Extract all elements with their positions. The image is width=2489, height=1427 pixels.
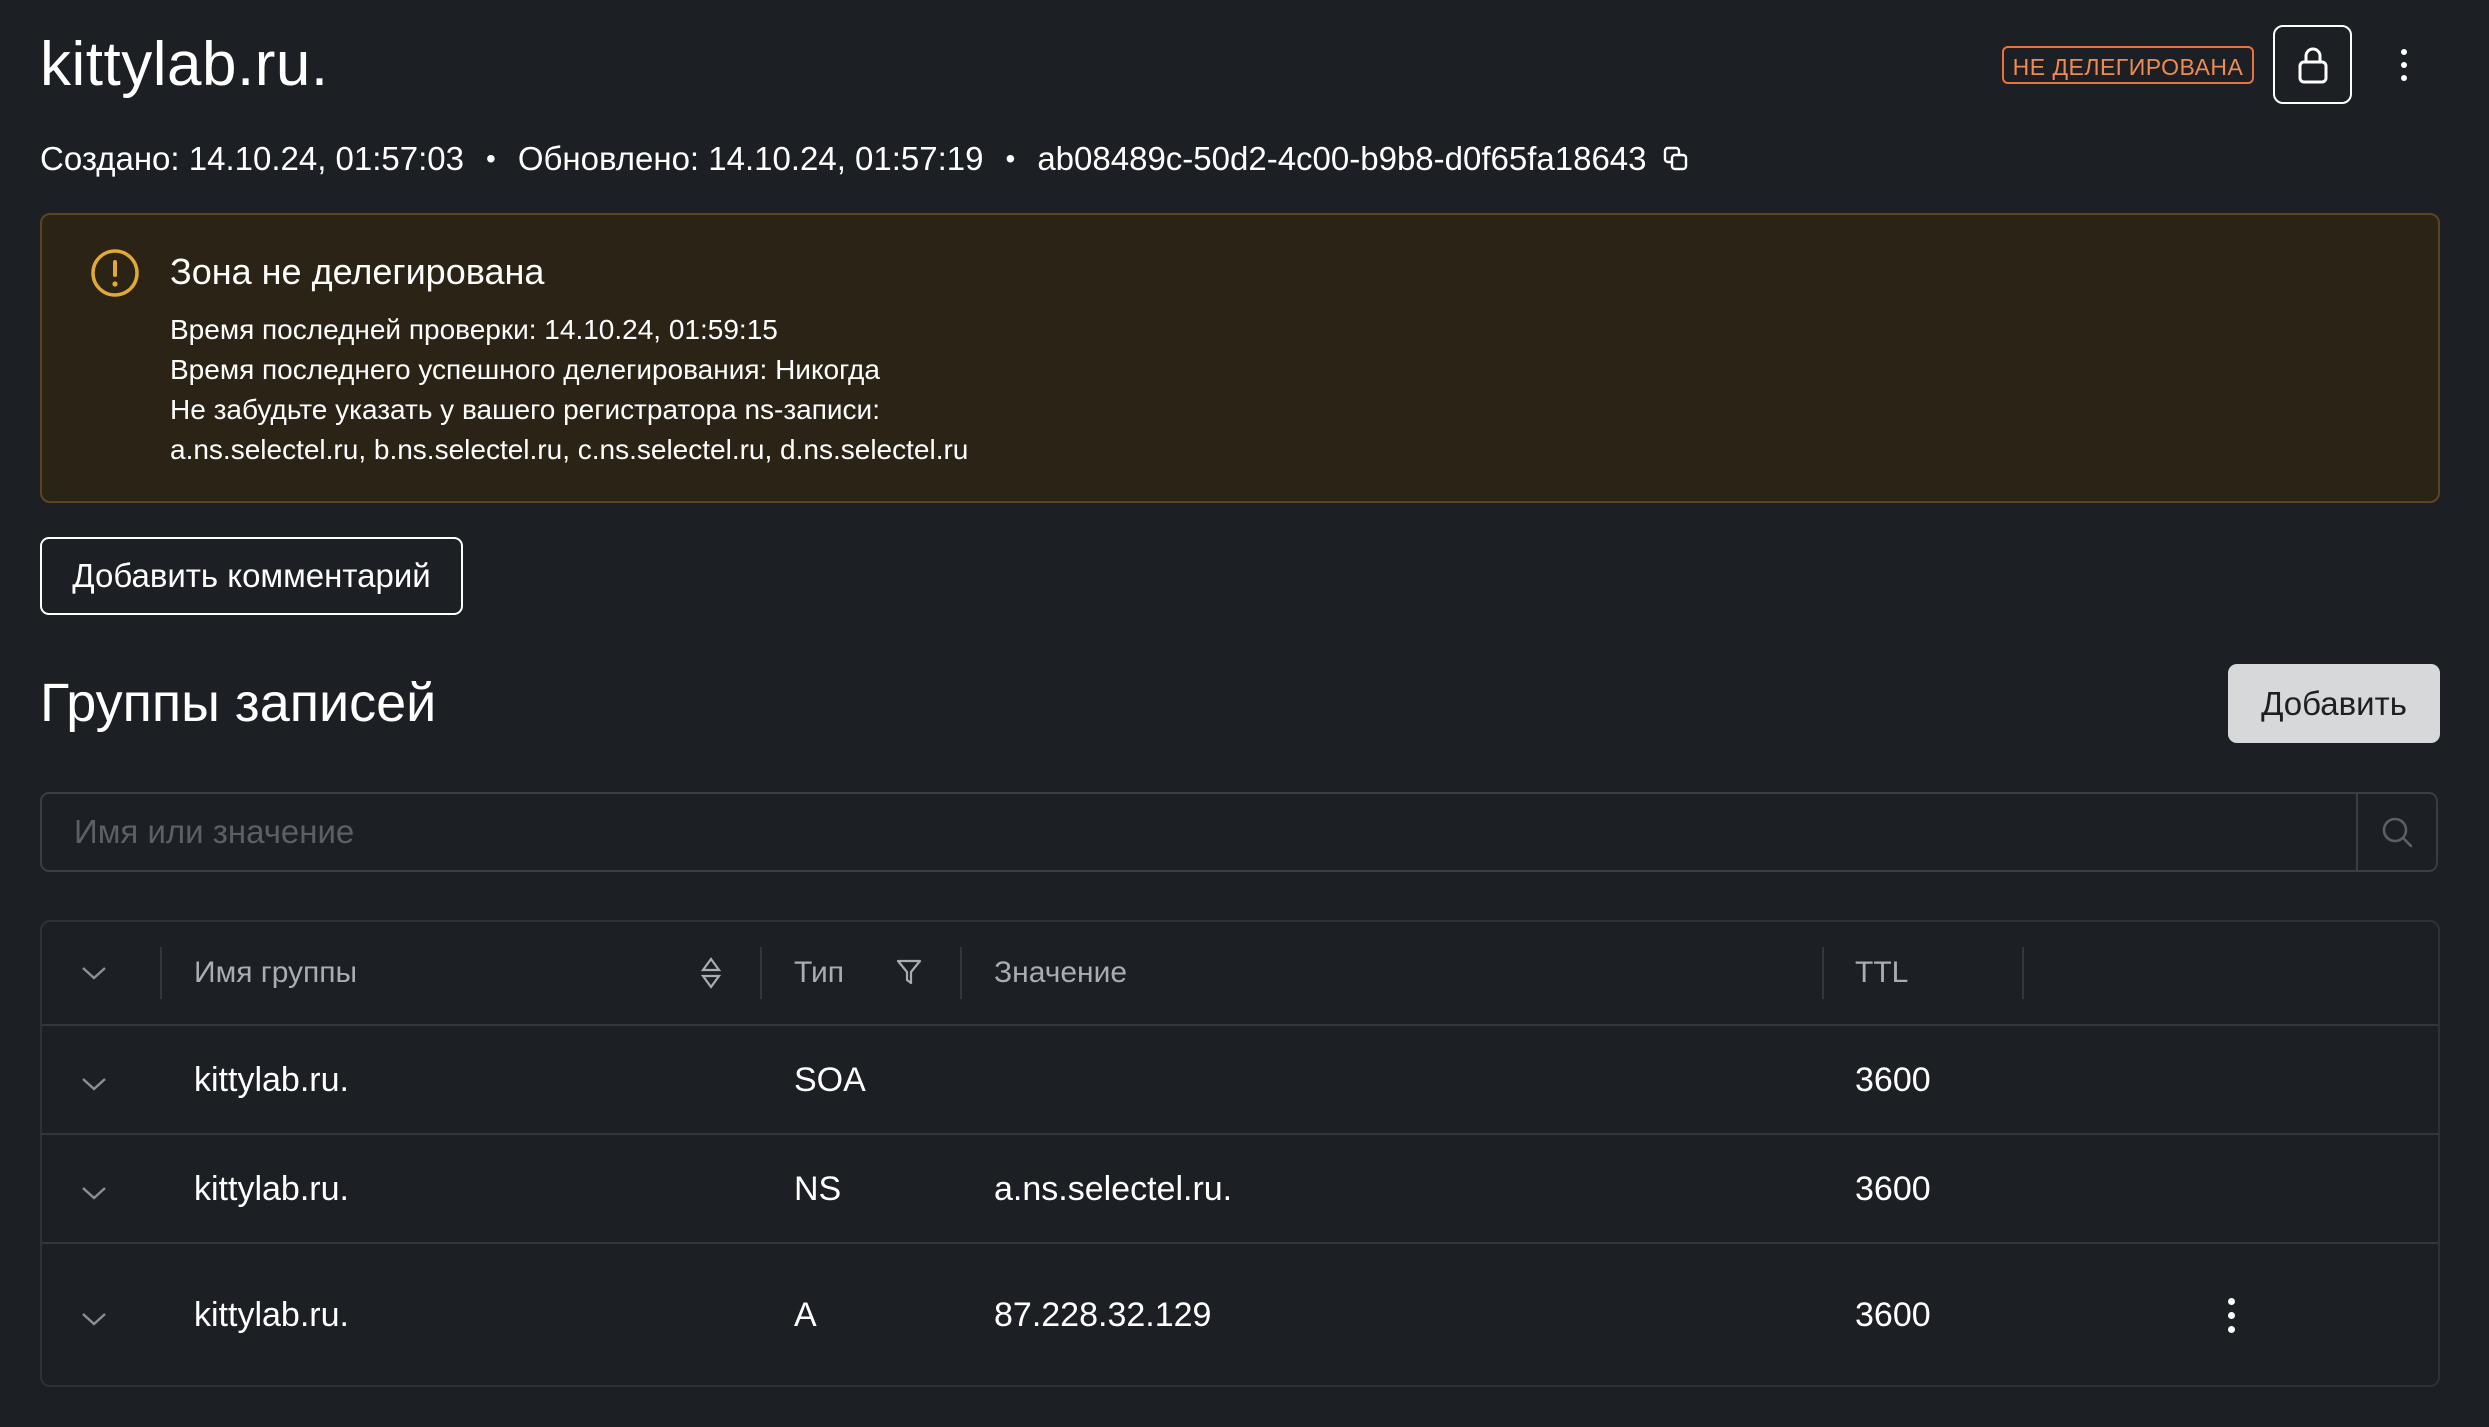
column-header-ttl: TTL [1855,956,1909,989]
warning-line: a.ns.selectel.ru, b.ns.selectel.ru, c.ns… [170,434,969,465]
more-menu-button[interactable] [2384,40,2424,90]
expand-all-chevron-icon[interactable] [80,964,108,982]
warning-line: Время последней проверки: 14.10.24, 01:5… [170,314,778,345]
expand-row-chevron-icon[interactable] [80,1310,108,1328]
zone-title: kittylab.ru. [40,30,329,99]
row-actions-button[interactable] [2216,1295,2246,1335]
copy-icon[interactable] [1663,146,1689,172]
zone-meta: Создано: 14.10.24, 01:57:03 • Обновлено:… [40,136,1689,182]
search-button[interactable] [2356,794,2436,870]
lock-button[interactable] [2273,25,2352,104]
row-divider [42,1024,2438,1026]
record-type: NS [794,1170,842,1208]
more-vertical-icon [2227,1297,2235,1305]
column-separator [760,947,762,999]
updated-timestamp: Обновлено: 14.10.24, 01:57:19 [517,140,984,177]
expand-row-chevron-icon[interactable] [80,1184,108,1202]
search-bar [40,792,2438,872]
add-comment-button[interactable]: Добавить комментарий [40,537,463,615]
expand-row-chevron-icon[interactable] [80,1075,108,1093]
record-ttl: 3600 [1855,1061,1931,1099]
row-divider [42,1133,2438,1135]
record-name: kittylab.ru. [194,1170,349,1208]
meta-separator: • [486,143,496,174]
record-value: 87.228.32.129 [994,1296,1212,1334]
add-record-button[interactable]: Добавить [2228,664,2440,743]
column-separator [1822,947,1824,999]
more-vertical-icon [2401,49,2407,55]
column-header-type: Тип [794,956,845,989]
column-header-value: Значение [994,956,1128,989]
record-ttl: 3600 [1855,1170,1931,1208]
zone-id: ab08489c-50d2-4c00-b9b8-d0f65fa18643 [1037,140,1647,177]
warning-line: Время последнего успешного делегирования… [170,354,880,385]
alert-circle-icon [90,248,140,298]
created-timestamp: Создано: 14.10.24, 01:57:03 [40,140,464,177]
search-icon [2382,817,2413,848]
record-type: A [794,1296,817,1334]
filter-icon[interactable] [896,958,922,986]
record-name: kittylab.ru. [194,1296,349,1334]
record-type: SOA [794,1061,866,1099]
record-name: kittylab.ru. [194,1061,349,1099]
column-separator [160,947,162,999]
meta-separator: • [1005,143,1016,174]
record-ttl: 3600 [1855,1296,1931,1334]
warning-line: Не забудьте указать у вашего регистратор… [170,394,880,425]
status-badge: НЕ ДЕЛЕГИРОВАНА [2002,46,2254,84]
column-separator [960,947,962,999]
search-input[interactable] [42,794,2356,870]
records-table [40,920,2440,1387]
column-separator [2022,947,2024,999]
warning-title: Зона не делегирована [170,251,545,292]
sort-icon[interactable] [700,956,722,990]
records-section-title: Группы записей [40,673,437,733]
warning-details: Время последней проверки: 14.10.24, 01:5… [170,310,968,470]
row-divider [42,1242,2438,1244]
lock-icon [2298,47,2327,83]
column-header-name: Имя группы [194,956,358,989]
record-value: a.ns.selectel.ru. [994,1170,1233,1208]
